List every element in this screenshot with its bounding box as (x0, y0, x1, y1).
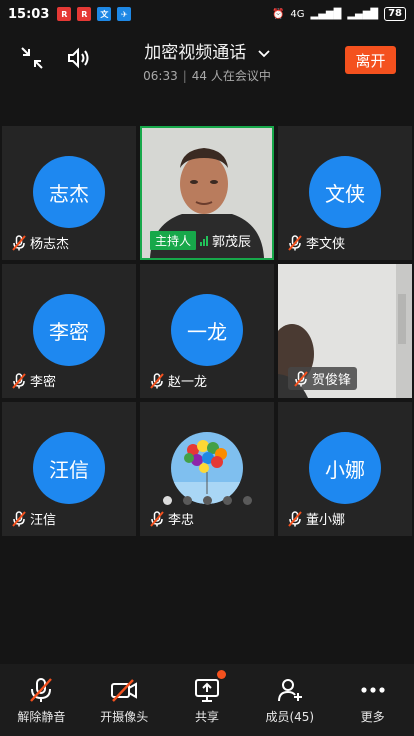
camera-label: 开摄像头 (100, 709, 149, 724)
app-notification-icon: R (57, 7, 72, 21)
mic-off-icon (12, 372, 26, 389)
participant-name: 汪信 (30, 513, 57, 528)
page-dot[interactable] (242, 496, 252, 505)
mic-off-icon (12, 234, 26, 251)
participant-tile-host[interactable]: 主持人 郭茂辰 (140, 126, 274, 260)
camera-button[interactable]: 开摄像头 (83, 664, 166, 736)
mic-off-icon (288, 510, 302, 527)
mic-off-icon (150, 510, 164, 527)
call-duration: 06:33 (143, 69, 178, 83)
call-header: 加密视频通话 06:33 | 44 人在会议中 离开 (0, 28, 414, 92)
page-dot[interactable] (182, 496, 192, 505)
participant-name: 赵一龙 (168, 375, 208, 390)
participant-grid: 志杰 杨志杰 主持人 郭茂辰 文侠 李文侠 李密 李密 一龙 赵一龙 贺俊锋 汪… (2, 126, 412, 536)
screen-share-icon (194, 678, 219, 702)
participant-name: 郭茂辰 (212, 235, 252, 250)
notification-dot (216, 670, 226, 679)
participant-name: 李忠 (168, 513, 195, 528)
signal-icon: ▂▄▆█ (347, 8, 379, 20)
participant-name: 李文侠 (306, 237, 346, 252)
meeting-title[interactable]: 加密视频通话 (144, 43, 246, 63)
avatar: 小娜 (309, 432, 381, 504)
mic-off-icon (150, 372, 164, 389)
translate-app-icon: 文 (97, 7, 112, 21)
members-button[interactable]: 成员(45) (248, 664, 331, 736)
avatar: 文侠 (309, 156, 381, 228)
participant-tile[interactable]: 贺俊锋 (278, 264, 412, 398)
mic-off-icon (288, 234, 302, 251)
more-icon (360, 686, 385, 693)
signal-icon: ▂▄▆█ (310, 8, 342, 20)
share-label: 共享 (194, 709, 219, 724)
avatar: 汪信 (33, 432, 105, 504)
mic-off-icon (30, 677, 53, 702)
call-toolbar: 解除静音 开摄像头 共享 成员(45) 更多 (0, 664, 414, 736)
participant-tile[interactable]: 小娜 董小娜 (278, 402, 412, 536)
participant-tile[interactable]: 汪信 汪信 (2, 402, 136, 536)
network-type: 4G (290, 8, 305, 20)
participant-tile[interactable]: 志杰 杨志杰 (2, 126, 136, 260)
mic-off-icon (12, 510, 26, 527)
page-dot[interactable] (162, 496, 172, 505)
app-notification-icon: R (77, 7, 92, 21)
balloons-avatar-image (171, 432, 243, 504)
alarm-icon: ⏰ (271, 8, 285, 20)
avatar: 李密 (33, 294, 105, 366)
add-member-icon (277, 678, 302, 701)
participant-name: 李密 (30, 375, 57, 390)
avatar: 志杰 (33, 156, 105, 228)
participant-name: 贺俊锋 (312, 373, 352, 388)
unmute-button[interactable]: 解除静音 (0, 664, 83, 736)
page-dot[interactable] (222, 496, 232, 505)
audio-level-icon (200, 235, 209, 246)
avatar: 一龙 (171, 294, 243, 366)
app-notification-icon: ✈ (117, 7, 132, 21)
chevron-down-icon[interactable] (258, 43, 270, 63)
participant-tile[interactable]: 一龙 赵一龙 (140, 264, 274, 398)
camera-off-icon (111, 678, 138, 702)
participant-tile[interactable]: 李忠 (140, 402, 274, 536)
page-dot[interactable] (202, 496, 212, 505)
members-label: 成员(45) (265, 709, 315, 724)
status-time: 15:03 (8, 6, 50, 22)
page-indicator (0, 496, 414, 505)
participant-name: 董小娜 (306, 513, 346, 528)
mic-off-icon (294, 370, 308, 387)
battery-level: 78 (384, 7, 406, 21)
participant-tile[interactable]: 李密 李密 (2, 264, 136, 398)
participant-tile[interactable]: 文侠 李文侠 (278, 126, 412, 260)
leave-button[interactable]: 离开 (345, 46, 396, 74)
participant-name: 杨志杰 (30, 237, 70, 252)
host-badge: 主持人 (150, 231, 197, 250)
more-button[interactable]: 更多 (331, 664, 414, 736)
more-label: 更多 (360, 709, 385, 724)
participant-count: 44 人在会议中 (191, 69, 271, 83)
share-button[interactable]: 共享 (166, 664, 249, 736)
unmute-label: 解除静音 (17, 709, 66, 724)
status-bar: 15:03 R R 文 ✈ ⏰ 4G ▂▄▆█ ▂▄▆█ 78 (0, 0, 414, 28)
